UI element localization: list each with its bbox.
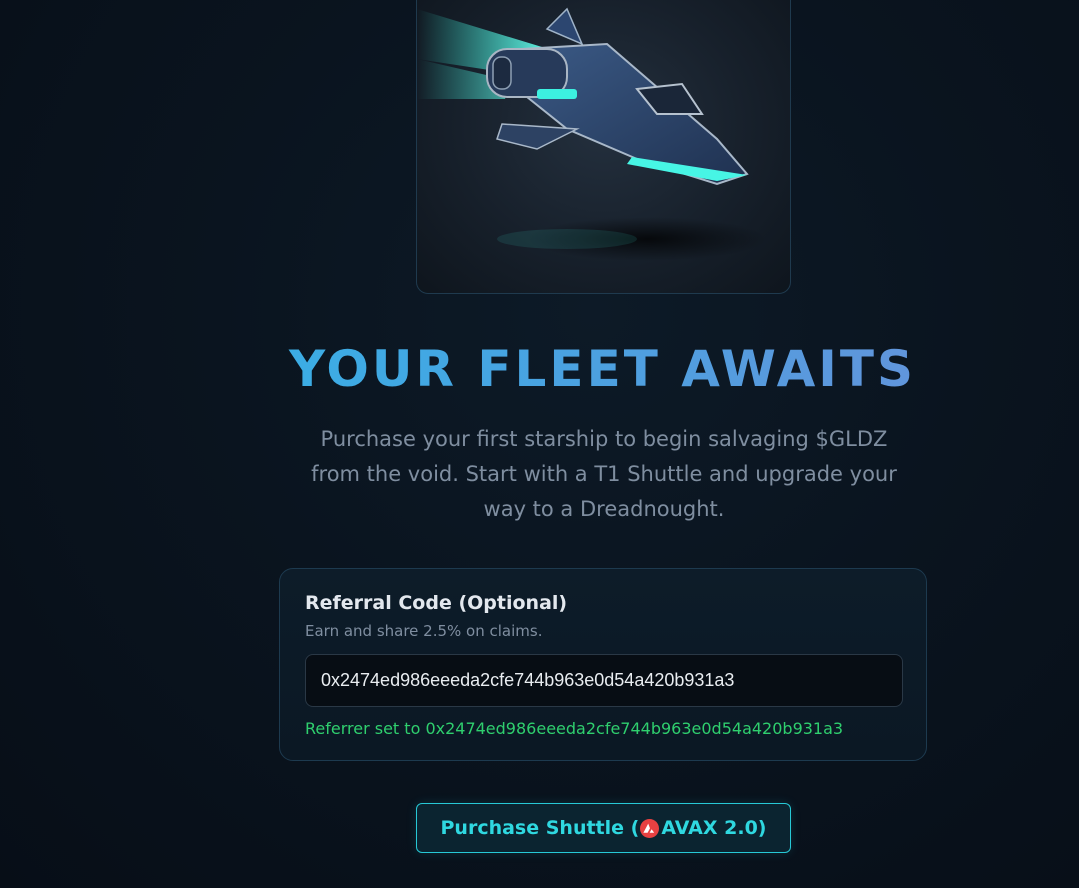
page-subtitle: Purchase your first starship to begin sa…: [311, 427, 897, 521]
avax-icon: [640, 818, 660, 838]
purchase-shuttle-button[interactable]: Purchase Shuttle ( AVAX 2.0): [416, 803, 791, 853]
starship-hero-image: [416, 0, 791, 294]
referral-title: Referral Code (Optional): [305, 592, 568, 614]
referral-code-input[interactable]: [305, 654, 903, 707]
referral-help-text: Earn and share 2.5% on claims.: [305, 622, 543, 640]
purchase-button-label-suffix: AVAX 2.0): [661, 817, 767, 839]
referral-card: Referral Code (Optional) Earn and share …: [279, 568, 927, 761]
page-title: YOUR FLEET AWAITS: [0, 340, 1079, 398]
purchase-button-label-prefix: Purchase Shuttle (: [440, 817, 640, 839]
referral-status-message: Referrer set to 0x2474ed986eeeda2cfe744b…: [305, 719, 844, 738]
